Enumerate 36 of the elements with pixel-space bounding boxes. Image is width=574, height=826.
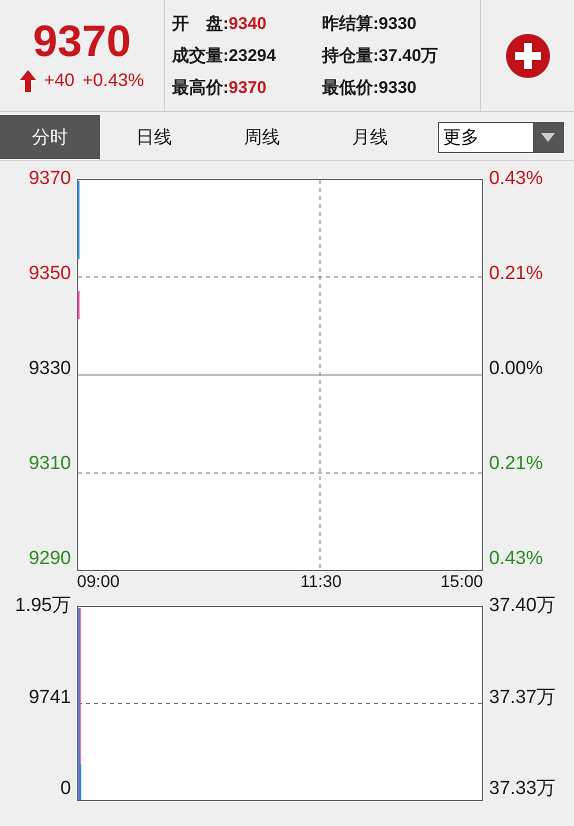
stat-text: 开 盘:9340 (172, 12, 268, 34)
price-axis-label: 9350 (28, 262, 71, 286)
plus-icon (514, 42, 540, 68)
last-price: 9370 (33, 20, 131, 64)
percent-axis-label: 0.21% (489, 262, 543, 286)
period-tab[interactable]: 日线 (100, 115, 208, 159)
open-interest-axis-label: 37.37万 (489, 686, 556, 710)
percent-axis-label: 0.43% (489, 167, 543, 191)
volume-axis-label: 0 (60, 777, 71, 801)
percent-axis-label: 0.00% (489, 357, 543, 381)
time-axis-label: 15:00 (439, 571, 483, 593)
volume-axis-label: 9741 (28, 686, 71, 710)
period-tab[interactable]: 分时 (0, 115, 100, 159)
more-dropdown[interactable]: 更多 (438, 122, 564, 152)
price-axis-label: 9310 (28, 452, 71, 476)
stat-text: 持仓量:37.40万 (322, 44, 440, 66)
stat-text: 成交量:23294 (172, 44, 277, 66)
percent-axis-label: 0.43% (489, 547, 543, 571)
volume-axis-label: 1.95万 (15, 594, 71, 618)
price-axis-label: 9290 (28, 547, 71, 571)
add-button[interactable] (506, 34, 550, 78)
period-tab[interactable]: 月线 (316, 115, 424, 159)
open-interest-axis-label: 37.33万 (489, 777, 556, 801)
percent-change: +0.43% (82, 70, 144, 91)
price-axis-label: 9330 (28, 357, 71, 381)
caret-icon (541, 132, 555, 142)
time-axis-label: 09:00 (77, 571, 121, 593)
price-axis-label: 9370 (28, 167, 71, 191)
stat-text: 最低价:9330 (322, 76, 418, 98)
price-change: +40 (44, 70, 74, 91)
percent-axis-label: 0.21% (489, 452, 543, 476)
stat-text: 最高价:9370 (172, 76, 268, 98)
time-axis-label: 11:30 (299, 571, 343, 593)
period-tab[interactable]: 周线 (208, 115, 316, 159)
stat-text: 昨结算:9330 (322, 12, 418, 34)
open-interest-axis-label: 37.40万 (489, 594, 556, 618)
